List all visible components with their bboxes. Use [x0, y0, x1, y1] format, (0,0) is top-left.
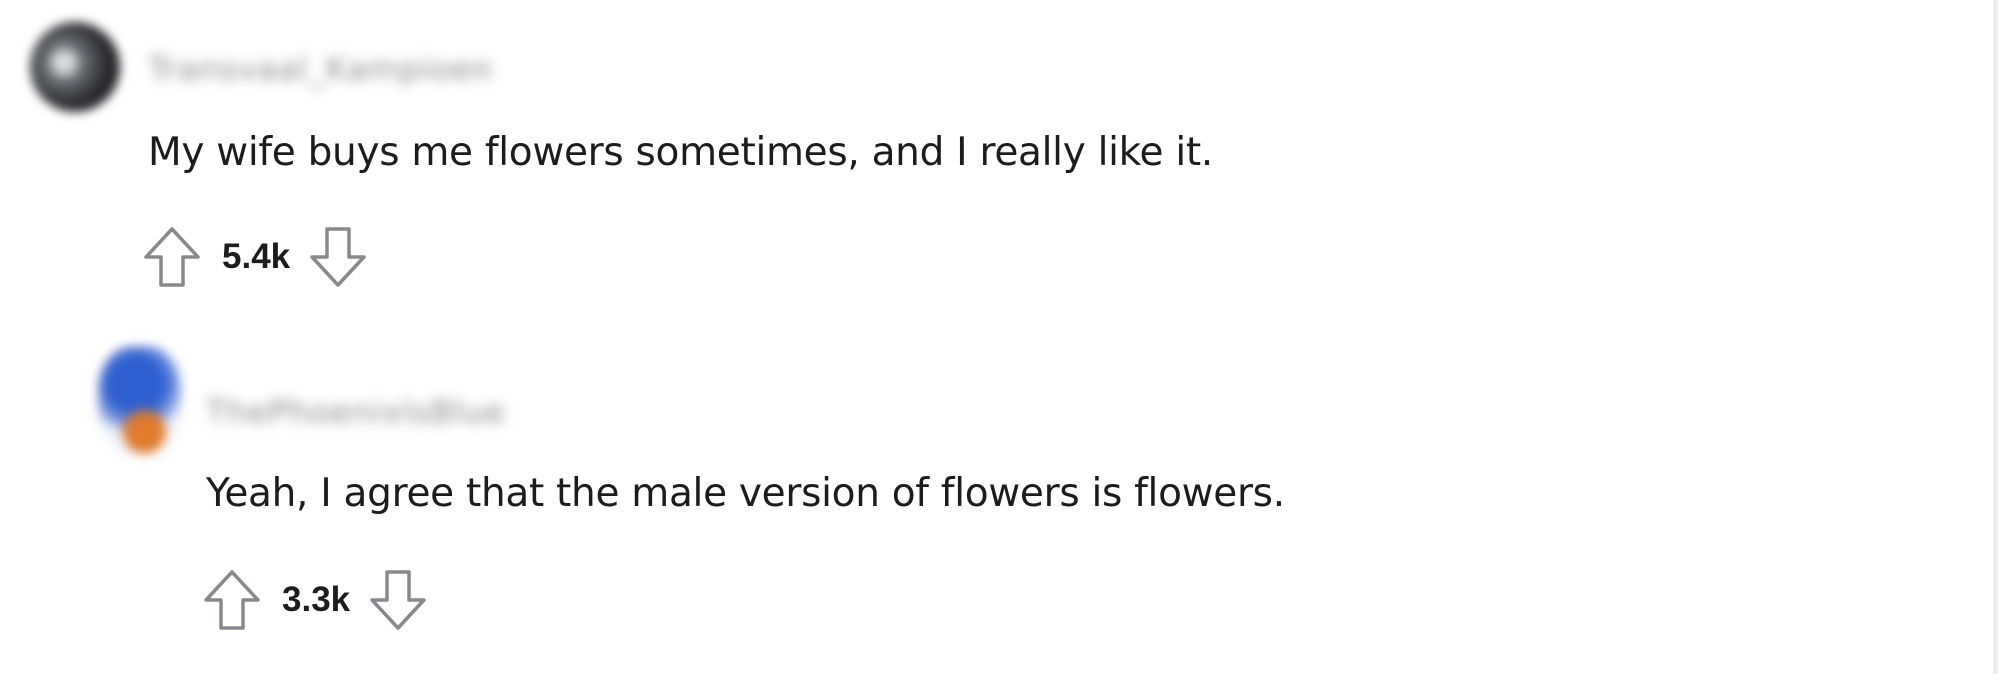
avatar[interactable]: [98, 346, 182, 456]
comment-body: Yeah, I agree that the male version of f…: [206, 471, 1285, 516]
vote-bar: 5.4k: [142, 225, 368, 289]
scrollbar-track[interactable]: [1993, 0, 1998, 674]
upvote-button[interactable]: [202, 568, 262, 632]
vote-score: 3.3k: [282, 580, 351, 619]
downvote-arrow-icon: [310, 227, 366, 287]
upvote-button[interactable]: [142, 225, 202, 289]
comment-username[interactable]: ThePhoenixIsBlue: [206, 393, 505, 431]
downvote-button[interactable]: [308, 225, 368, 289]
vote-score: 5.4k: [222, 237, 291, 276]
avatar[interactable]: [30, 22, 120, 112]
upvote-arrow-icon: [204, 570, 260, 630]
vote-bar: 3.3k: [202, 568, 428, 632]
upvote-arrow-icon: [144, 227, 200, 287]
comment-body: My wife buys me flowers sometimes, and I…: [148, 130, 1213, 175]
downvote-button[interactable]: [368, 568, 428, 632]
comment-username[interactable]: Transvaal_Kampioen: [148, 50, 494, 88]
downvote-arrow-icon: [370, 570, 426, 630]
